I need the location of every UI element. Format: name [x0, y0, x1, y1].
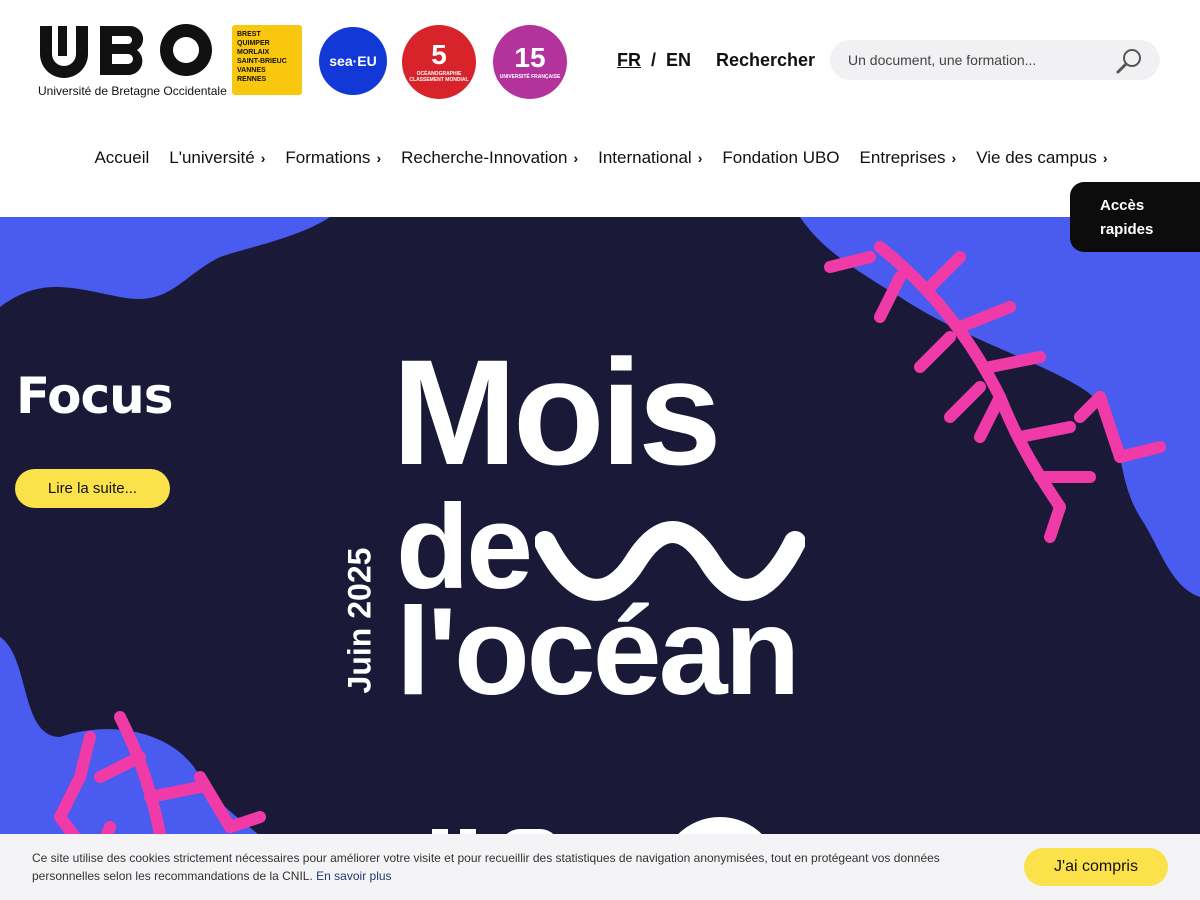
chevron-right-icon: › [573, 150, 579, 166]
ranking-text: Océanographie classement mondial [409, 71, 469, 83]
nav-item-label: Recherche-Innovation [401, 148, 568, 167]
site-header: Université de Bretagne Occidentale BREST… [0, 0, 1200, 120]
poster-title-line1: Mois [392, 328, 722, 496]
hero-banner[interactable]: Focus Lire la suite... Mois de l'océan J… [0, 217, 1200, 900]
nav-item-label: Entreprises [859, 148, 946, 167]
ranking-number: 5 [431, 39, 447, 70]
city-label: VANNES [237, 67, 266, 74]
ranking-text: Université française [499, 74, 561, 80]
nav-item-fondation[interactable]: Fondation UBO [722, 140, 839, 176]
lang-fr-link[interactable]: FR [617, 50, 641, 71]
cities-badge: BREST QUIMPER MORLAIX SAINT-BRIEUC VANNE… [232, 25, 302, 95]
poster-date: Juin 2025 [341, 547, 378, 694]
nav-item-label: Vie des campus [976, 148, 1097, 167]
ubo-logo[interactable]: Université de Bretagne Occidentale [38, 22, 227, 102]
cookie-banner: Ce site utilise des cookies strictement … [0, 834, 1200, 900]
poster-title-line3: l'océan [396, 583, 800, 721]
oceanography-ranking-badge: 5 Océanographie classement mondial [402, 25, 476, 99]
hero-title: Focus [16, 367, 173, 425]
nav-item-international[interactable]: International › [598, 140, 702, 176]
nav-item-label: L'université [169, 148, 255, 167]
nav-item-label: Formations [285, 148, 371, 167]
city-label: RENNES [237, 76, 267, 83]
quick-access-label: rapides [1100, 221, 1154, 238]
read-more-button[interactable]: Lire la suite... [15, 469, 170, 508]
nav-item-label: Fondation UBO [722, 148, 840, 167]
lang-en-link[interactable]: EN [666, 50, 691, 71]
search-box [830, 40, 1160, 80]
chevron-right-icon: › [1102, 150, 1108, 166]
quick-access-button[interactable]: Accès rapides [1070, 182, 1200, 252]
city-label: SAINT-BRIEUC [237, 58, 287, 65]
chevron-right-icon: › [951, 150, 957, 166]
cookie-accept-button[interactable]: J'ai compris [1024, 848, 1168, 886]
nav-item-entreprises[interactable]: Entreprises › [860, 140, 957, 176]
nav-item-recherche[interactable]: Recherche-Innovation › [401, 140, 578, 176]
nav-item-formations[interactable]: Formations › [285, 140, 381, 176]
city-label: MORLAIX [237, 49, 270, 56]
nav-item-label: International [598, 148, 692, 167]
ranking-number: 15 [514, 42, 546, 73]
quick-access-label: Accès [1100, 197, 1145, 214]
cookie-learn-more-link[interactable]: En savoir plus [316, 869, 391, 883]
logo-subtitle: Université de Bretagne Occidentale [38, 84, 227, 98]
city-label: BREST [237, 31, 261, 38]
ubo-logo-mark [40, 24, 212, 78]
sea-eu-badge[interactable]: sea·EU [319, 27, 387, 95]
chevron-right-icon: › [376, 150, 382, 166]
cookie-text: Ce site utilise des cookies strictement … [32, 851, 940, 883]
cookie-message: Ce site utilise des cookies strictement … [32, 849, 992, 885]
lang-separator: / [651, 50, 657, 70]
nav-item-accueil[interactable]: Accueil [94, 140, 149, 176]
language-switcher: FR / EN [617, 50, 691, 71]
search-icon[interactable] [1114, 46, 1144, 76]
nav-item-vie-campus[interactable]: Vie des campus › [976, 140, 1107, 176]
city-label: QUIMPER [237, 40, 270, 47]
chevron-right-icon: › [697, 150, 703, 166]
nav-item-universite[interactable]: L'université › [169, 140, 265, 176]
search-input[interactable] [848, 40, 1108, 80]
sea-eu-label: sea·EU [329, 53, 377, 69]
university-ranking-badge: 15 Université française [493, 25, 567, 99]
chevron-right-icon: › [260, 150, 266, 166]
nav-item-label: Accueil [94, 148, 150, 167]
main-nav: Accueil L'université › Formations › Rech… [0, 140, 1200, 176]
search-label: Rechercher [716, 50, 816, 70]
